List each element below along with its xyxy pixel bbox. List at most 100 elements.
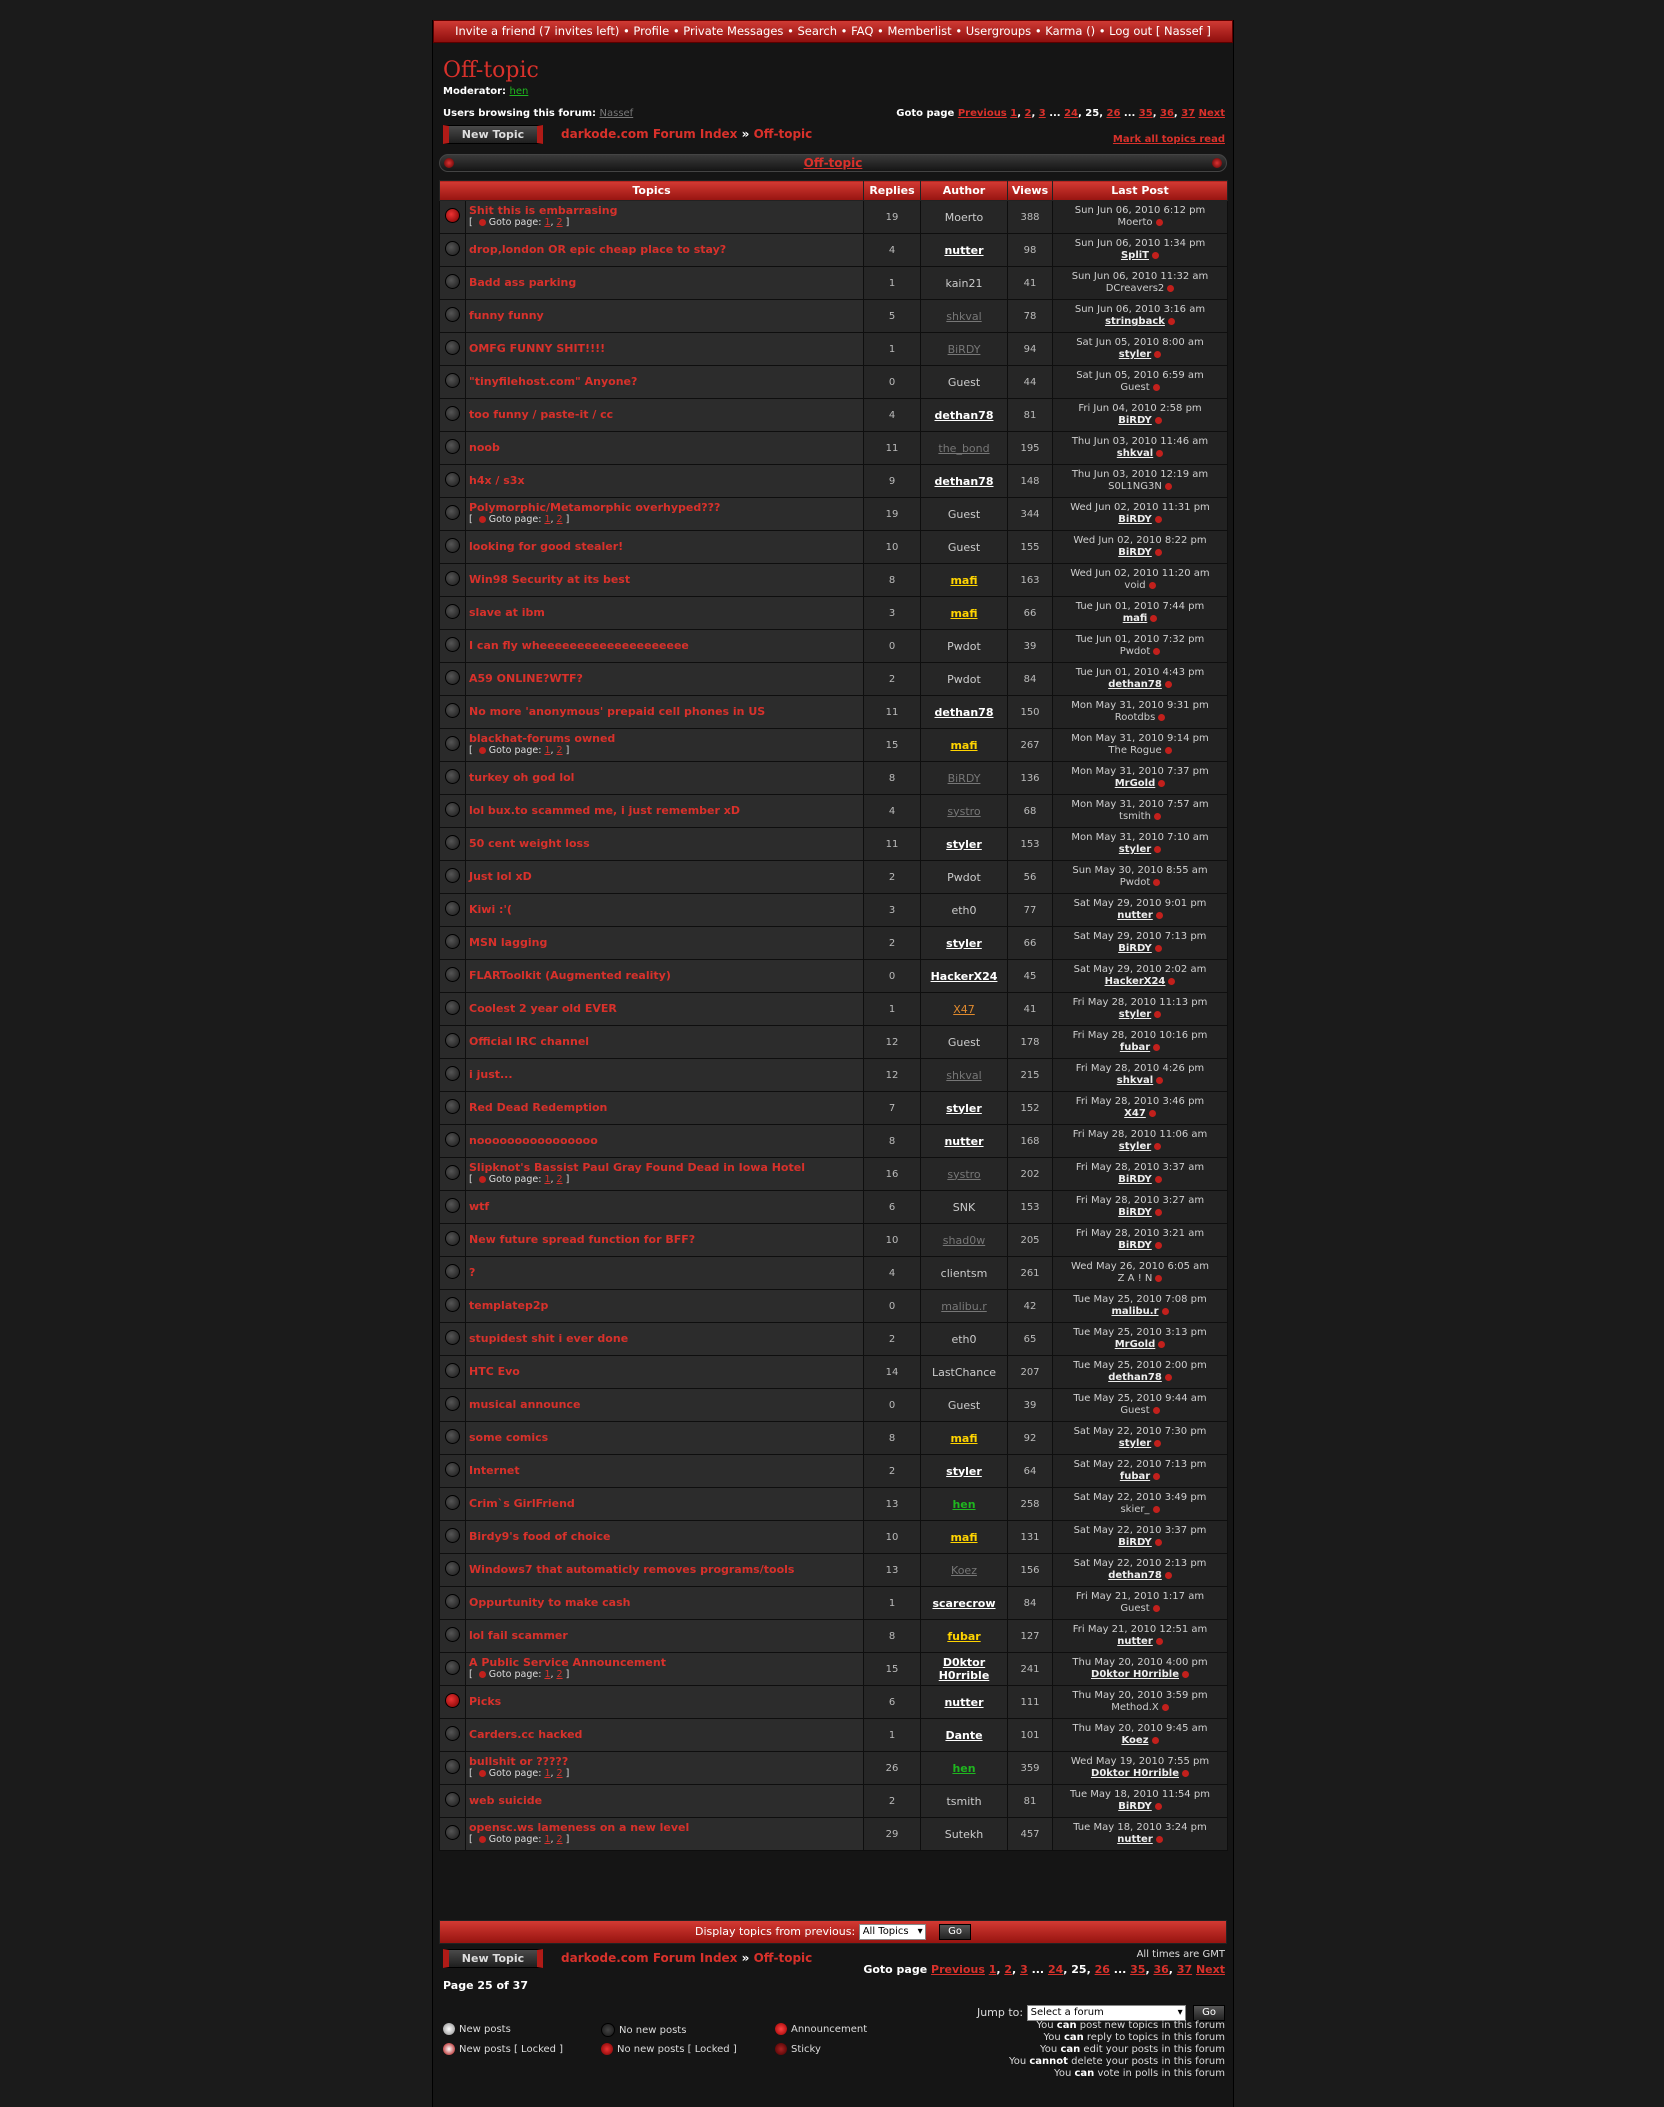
author-link[interactable]: nutter <box>944 244 983 257</box>
view-latest-post-icon[interactable] <box>1154 845 1162 853</box>
last-post-author[interactable]: mafi <box>1123 613 1148 624</box>
topic-title-link[interactable]: noob <box>469 441 500 454</box>
author-link[interactable]: the_bond <box>938 442 989 455</box>
topic-title-link[interactable]: turkey oh god lol <box>469 771 574 784</box>
view-latest-post-icon[interactable] <box>1154 944 1162 952</box>
view-latest-post-icon[interactable] <box>1158 713 1166 721</box>
last-post-author[interactable]: dethan78 <box>1108 1570 1162 1581</box>
topic-title-link[interactable]: some comics <box>469 1431 548 1444</box>
topic-title-link[interactable]: wtf <box>469 1200 489 1213</box>
topic-title-link[interactable]: 50 cent weight loss <box>469 837 590 850</box>
last-post-author[interactable]: dethan78 <box>1108 1372 1162 1383</box>
topic-title-link[interactable]: lol bux.to scammed me, i just remember x… <box>469 804 740 817</box>
author-link[interactable]: styler <box>946 1102 982 1115</box>
topic-title-link[interactable]: web suicide <box>469 1794 542 1807</box>
view-latest-post-icon[interactable] <box>1181 1670 1189 1678</box>
last-post-author[interactable]: D0ktor H0rrible <box>1091 1768 1179 1779</box>
last-post-author[interactable]: BiRDY <box>1118 514 1152 525</box>
view-latest-post-icon[interactable] <box>1181 1769 1189 1777</box>
pagination-page[interactable]: 26 <box>1107 108 1121 119</box>
last-post-author[interactable]: malibu.r <box>1111 1306 1158 1317</box>
display-go-button[interactable]: Go <box>939 1924 972 1940</box>
topic-title-link[interactable]: stupidest shit i ever done <box>469 1332 628 1345</box>
view-latest-post-icon[interactable] <box>1164 746 1172 754</box>
forum-title[interactable]: Off-topic <box>443 58 539 83</box>
last-post-author[interactable]: X47 <box>1124 1108 1146 1119</box>
view-latest-post-icon[interactable] <box>1164 1571 1172 1579</box>
author-link[interactable]: mafi <box>950 739 977 752</box>
topic-title-link[interactable]: drop,london OR epic cheap place to stay? <box>469 243 726 256</box>
view-latest-post-icon[interactable] <box>1152 1505 1160 1513</box>
author-link[interactable]: BiRDY <box>948 772 981 785</box>
topic-title-link[interactable]: opensc.ws lameness on a new level <box>469 1821 689 1834</box>
pagination-page[interactable]: 37 <box>1177 1963 1192 1976</box>
jump-select[interactable]: Select a forum <box>1026 2005 1186 2021</box>
breadcrumb-index-link[interactable]: darkode.com Forum Index <box>561 127 737 141</box>
topic-title-link[interactable]: musical announce <box>469 1398 580 1411</box>
topic-title-link[interactable]: "tinyfilehost.com" Anyone? <box>469 375 637 388</box>
topic-title-link[interactable]: slave at ibm <box>469 606 545 619</box>
view-latest-post-icon[interactable] <box>1164 482 1172 490</box>
view-latest-post-icon[interactable] <box>1158 779 1166 787</box>
topic-title-link[interactable]: Birdy9's food of choice <box>469 1530 610 1543</box>
author-link[interactable]: nutter <box>944 1135 983 1148</box>
topic-title-link[interactable]: Picks <box>469 1695 501 1708</box>
last-post-author[interactable]: MrGold <box>1115 778 1156 789</box>
topic-title-link[interactable]: blackhat-forums owned <box>469 732 615 745</box>
view-latest-post-icon[interactable] <box>1154 416 1162 424</box>
pagination-page[interactable]: 37 <box>1181 108 1195 119</box>
last-post-author[interactable]: styler <box>1119 349 1151 360</box>
topic-title-link[interactable]: HTC Evo <box>469 1365 520 1378</box>
topic-title-link[interactable]: Carders.cc hacked <box>469 1728 582 1741</box>
view-latest-post-icon[interactable] <box>1152 1406 1160 1414</box>
last-post-author[interactable]: shkval <box>1117 1075 1153 1086</box>
view-latest-post-icon[interactable] <box>1154 1241 1162 1249</box>
author-link[interactable]: fubar <box>947 1630 980 1643</box>
author-link[interactable]: styler <box>946 937 982 950</box>
topic-title-link[interactable]: Shit this is embarrasing <box>469 204 618 217</box>
view-latest-post-icon[interactable] <box>1154 548 1162 556</box>
last-post-author[interactable]: fubar <box>1120 1042 1150 1053</box>
author-link[interactable]: HackerX24 <box>931 970 998 983</box>
author-link[interactable]: Koez <box>951 1564 977 1577</box>
topic-title-link[interactable]: templatep2p <box>469 1299 548 1312</box>
last-post-author[interactable]: BiRDY <box>1118 1207 1152 1218</box>
display-topics-select[interactable]: All Topics <box>858 1924 926 1940</box>
last-post-author[interactable]: BiRDY <box>1118 547 1152 558</box>
jump-go-button[interactable]: Go <box>1193 2005 1225 2021</box>
view-latest-post-icon[interactable] <box>1154 1208 1162 1216</box>
author-link[interactable]: dethan78 <box>935 409 994 422</box>
topic-title-link[interactable]: I can fly wheeeeeeeeeeeeeeeeeeee <box>469 639 689 652</box>
view-latest-post-icon[interactable] <box>1154 1439 1162 1447</box>
view-latest-post-icon[interactable] <box>1155 218 1163 226</box>
view-latest-post-icon[interactable] <box>1150 614 1158 622</box>
pagination-page[interactable]: 36 <box>1160 108 1174 119</box>
author-link[interactable]: BiRDY <box>948 343 981 356</box>
pagination-page[interactable]: 26 <box>1095 1963 1110 1976</box>
topic-title-link[interactable]: Internet <box>469 1464 520 1477</box>
pagination-prev[interactable]: Previous <box>958 108 1007 119</box>
view-latest-post-icon[interactable] <box>1154 1802 1162 1810</box>
author-link[interactable]: mafi <box>950 607 977 620</box>
view-latest-post-icon[interactable] <box>1153 812 1161 820</box>
mark-all-read-link[interactable]: Mark all topics read <box>1113 134 1225 145</box>
new-topic-button-bottom[interactable]: New Topic <box>443 1949 543 1968</box>
topic-title-link[interactable]: Red Dead Redemption <box>469 1101 607 1114</box>
last-post-author[interactable]: BiRDY <box>1118 943 1152 954</box>
last-post-author[interactable]: BiRDY <box>1118 1240 1152 1251</box>
pagination-page[interactable]: 35 <box>1130 1963 1145 1976</box>
view-latest-post-icon[interactable] <box>1154 1142 1162 1150</box>
pagination-page[interactable]: 2 <box>1025 108 1032 119</box>
topic-title-link[interactable]: Just lol xD <box>469 870 532 883</box>
topic-title-link[interactable]: Oppurtunity to make cash <box>469 1596 630 1609</box>
browsing-user-link[interactable]: Nassef <box>600 108 634 119</box>
view-latest-post-icon[interactable] <box>1154 1010 1162 1018</box>
view-latest-post-icon[interactable] <box>1164 680 1172 688</box>
last-post-author[interactable]: stringback <box>1105 316 1165 327</box>
last-post-author[interactable]: fubar <box>1120 1471 1150 1482</box>
topic-title-link[interactable]: h4x / s3x <box>469 474 525 487</box>
pagination-page[interactable]: 36 <box>1153 1963 1168 1976</box>
topic-title-link[interactable]: No more 'anonymous' prepaid cell phones … <box>469 705 765 718</box>
view-latest-post-icon[interactable] <box>1158 1340 1166 1348</box>
last-post-author[interactable]: MrGold <box>1115 1339 1156 1350</box>
